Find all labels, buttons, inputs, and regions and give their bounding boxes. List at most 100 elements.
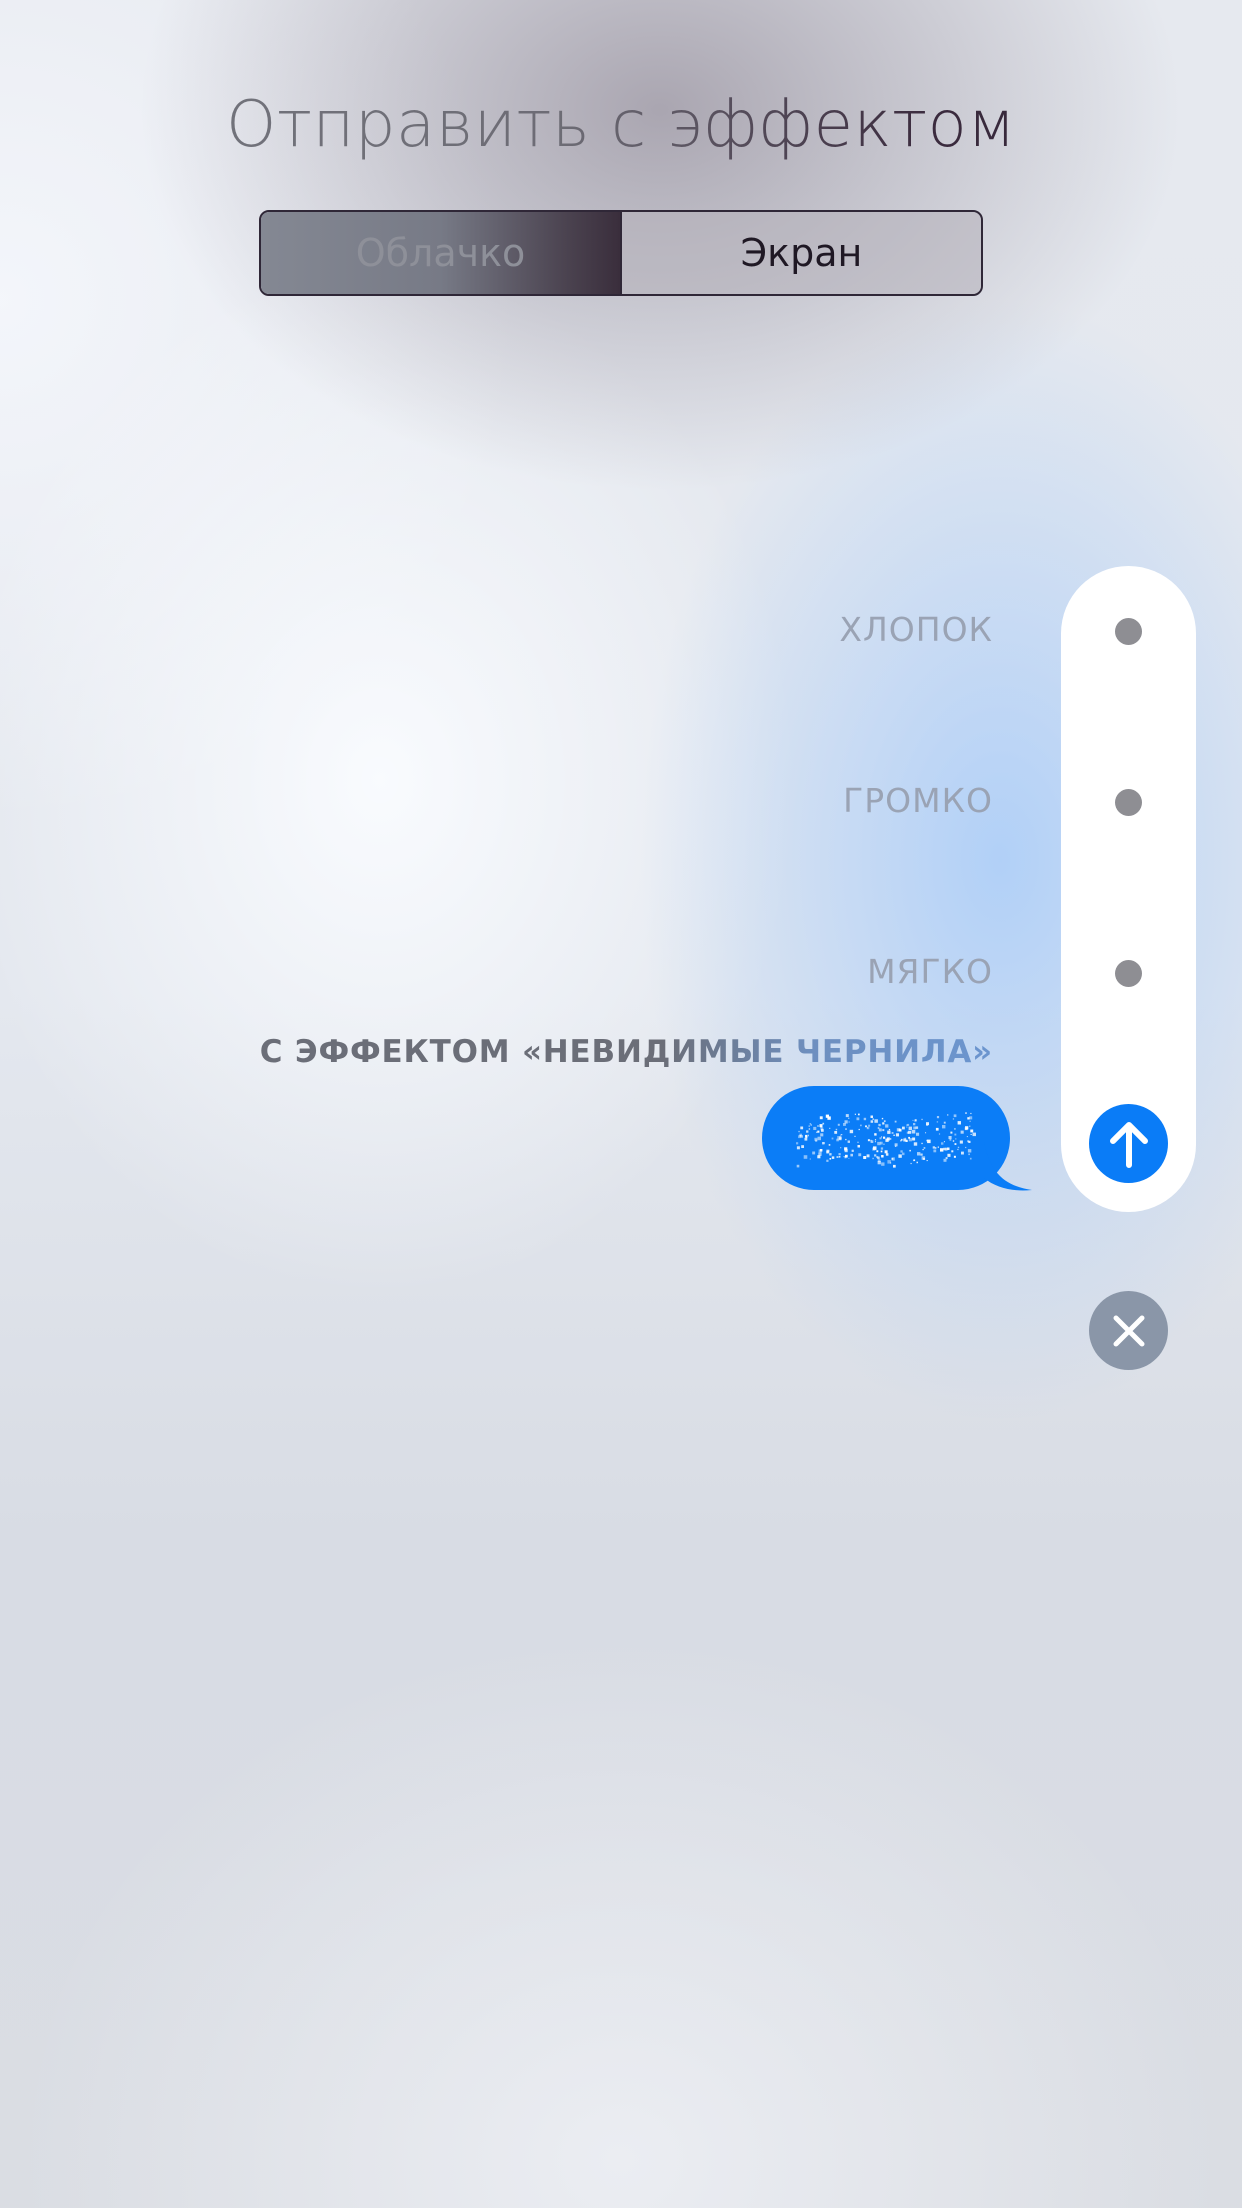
ink-particle bbox=[960, 1130, 964, 1134]
effect-option-gentle[interactable] bbox=[1115, 960, 1142, 987]
ink-particle bbox=[949, 1138, 952, 1141]
ink-particle bbox=[887, 1160, 891, 1164]
ink-particle bbox=[878, 1123, 881, 1127]
ink-particle bbox=[953, 1114, 957, 1118]
ink-particle bbox=[943, 1158, 947, 1162]
ink-particle bbox=[809, 1123, 812, 1125]
ink-particle bbox=[970, 1112, 972, 1115]
effect-type-segmented-control: Облачко Экран bbox=[259, 210, 983, 296]
ink-particle bbox=[948, 1136, 952, 1140]
ink-particle bbox=[865, 1125, 867, 1128]
ink-particle bbox=[940, 1148, 944, 1152]
ink-particle bbox=[923, 1147, 926, 1149]
effect-option-slam[interactable] bbox=[1115, 618, 1142, 645]
ink-particle bbox=[921, 1156, 926, 1160]
ink-particle bbox=[882, 1129, 885, 1132]
ink-particle bbox=[829, 1158, 832, 1160]
ink-particle bbox=[934, 1147, 937, 1149]
ink-particle bbox=[819, 1124, 823, 1128]
ink-particle bbox=[945, 1157, 948, 1160]
effect-label-slam[interactable]: ХЛОПОК bbox=[839, 610, 993, 649]
ink-particle bbox=[957, 1148, 959, 1151]
ink-particle bbox=[817, 1130, 820, 1133]
ink-particle bbox=[858, 1113, 860, 1116]
ink-particle bbox=[906, 1126, 908, 1128]
ink-particle bbox=[809, 1158, 811, 1160]
ink-particle bbox=[874, 1133, 877, 1136]
ink-particle bbox=[879, 1141, 883, 1145]
ink-particle bbox=[908, 1138, 912, 1142]
ink-particle bbox=[908, 1126, 912, 1130]
ink-particle bbox=[936, 1116, 940, 1119]
ink-particle bbox=[904, 1137, 906, 1139]
close-button[interactable] bbox=[1089, 1291, 1168, 1370]
ink-particle bbox=[808, 1125, 810, 1127]
ink-particle bbox=[957, 1146, 960, 1149]
ink-particle bbox=[850, 1153, 853, 1157]
ink-particle bbox=[900, 1150, 903, 1153]
ink-particle bbox=[916, 1132, 920, 1136]
ink-particle bbox=[874, 1119, 878, 1123]
effect-option-loud[interactable] bbox=[1115, 789, 1142, 816]
ink-particle bbox=[876, 1156, 879, 1159]
ink-particle bbox=[849, 1129, 854, 1134]
effect-label-gentle[interactable]: МЯГКО bbox=[867, 952, 993, 991]
ink-particle bbox=[895, 1133, 899, 1137]
ink-particle bbox=[881, 1136, 883, 1138]
ink-particle bbox=[968, 1153, 970, 1156]
ink-particle bbox=[872, 1118, 874, 1120]
effect-label-loud[interactable]: ГРОМКО bbox=[843, 781, 993, 820]
ink-particle bbox=[847, 1140, 850, 1143]
tab-screen[interactable]: Экран bbox=[620, 212, 981, 294]
ink-particle bbox=[893, 1134, 895, 1136]
ink-particle bbox=[936, 1121, 939, 1123]
ink-particle bbox=[944, 1147, 948, 1151]
ink-particle bbox=[854, 1113, 856, 1115]
ink-particle bbox=[965, 1112, 967, 1114]
ink-particle bbox=[937, 1146, 939, 1148]
tab-bubble[interactable]: Облачко bbox=[261, 212, 620, 294]
ink-particle bbox=[881, 1162, 885, 1166]
ink-particle bbox=[902, 1126, 905, 1130]
ink-particle bbox=[800, 1126, 804, 1130]
ink-particle bbox=[806, 1130, 809, 1133]
send-button[interactable] bbox=[1089, 1104, 1168, 1183]
ink-particle bbox=[972, 1132, 976, 1137]
ink-particle bbox=[874, 1141, 876, 1143]
ink-particle bbox=[916, 1161, 918, 1164]
ink-particle bbox=[857, 1145, 860, 1148]
ink-particle bbox=[870, 1115, 873, 1118]
ink-particle bbox=[913, 1159, 915, 1162]
ink-particle bbox=[874, 1139, 877, 1141]
ink-particle bbox=[825, 1114, 829, 1118]
ink-particle bbox=[798, 1130, 800, 1133]
ink-particle bbox=[947, 1114, 949, 1116]
message-bubble-preview bbox=[762, 1086, 1032, 1192]
ink-particle bbox=[964, 1127, 968, 1131]
ink-particle bbox=[826, 1159, 829, 1162]
ink-particle bbox=[877, 1127, 880, 1129]
ink-particle bbox=[812, 1151, 816, 1155]
ink-particle bbox=[819, 1116, 823, 1120]
ink-particle bbox=[970, 1133, 972, 1135]
ink-particle bbox=[885, 1124, 889, 1128]
ink-particle bbox=[955, 1138, 957, 1140]
ink-particle bbox=[932, 1146, 935, 1149]
ink-particle bbox=[870, 1120, 874, 1123]
ink-particle bbox=[872, 1147, 876, 1151]
ink-particle bbox=[884, 1150, 888, 1154]
ink-particle bbox=[836, 1156, 839, 1158]
ink-particle bbox=[848, 1117, 850, 1119]
ink-particle bbox=[921, 1118, 923, 1121]
ink-particle bbox=[817, 1155, 821, 1159]
ink-particle bbox=[906, 1124, 908, 1126]
ink-particle bbox=[867, 1139, 870, 1142]
ink-particle bbox=[913, 1123, 916, 1126]
ink-particle bbox=[951, 1150, 954, 1153]
ink-particle bbox=[881, 1155, 884, 1158]
ink-particle bbox=[969, 1125, 971, 1127]
ink-particle bbox=[838, 1156, 841, 1158]
ink-particle bbox=[887, 1130, 891, 1134]
ink-particle bbox=[913, 1142, 918, 1146]
ink-particle bbox=[952, 1140, 955, 1142]
